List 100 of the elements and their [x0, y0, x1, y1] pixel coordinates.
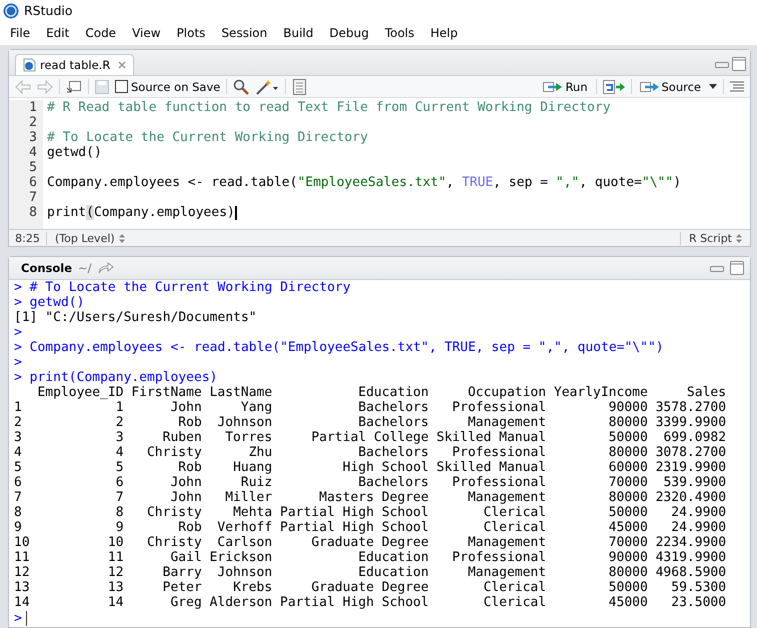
line-number: 7	[28, 190, 37, 206]
source-button[interactable]: Source	[638, 78, 703, 96]
line-number: 3	[28, 130, 37, 146]
minimize-icon[interactable]	[715, 60, 729, 68]
scope-selector[interactable]: (Top Level)	[47, 232, 133, 245]
column-header: Education	[358, 385, 429, 400]
table-cell: Peter	[162, 580, 202, 595]
menu-item[interactable]: Plots	[168, 26, 214, 40]
search-icon[interactable]	[233, 78, 250, 95]
menu-item[interactable]: Help	[422, 26, 466, 40]
menu-item[interactable]: Code	[77, 26, 124, 40]
table-cell: Clerical	[483, 595, 546, 610]
checkbox[interactable]	[115, 80, 128, 94]
table-cell: Yang	[240, 400, 272, 415]
table-cell: Miller	[225, 490, 272, 505]
notebook-icon[interactable]	[292, 78, 306, 95]
menu-item[interactable]: Edit	[38, 26, 78, 40]
forward-arrow-icon[interactable]	[98, 262, 114, 274]
back-arrow-icon[interactable]	[15, 80, 31, 94]
code-line: getwd()	[47, 145, 102, 160]
row-index: 2	[14, 415, 22, 430]
table-cell: 4319.9900	[656, 550, 726, 565]
file-tab[interactable]: read table.R	[15, 54, 134, 76]
maximize-icon[interactable]	[732, 57, 746, 72]
table-cell: Bachelors	[358, 400, 429, 415]
menu-item[interactable]: Session	[213, 26, 276, 40]
row-index: 14	[14, 595, 30, 610]
table-cell: John	[170, 490, 202, 505]
table-cell: 11	[108, 550, 124, 565]
console-line: [1] "C:/Users/Suresh/Documents"	[14, 310, 258, 325]
table-cell: 3	[116, 430, 124, 445]
maximize-icon[interactable]	[730, 261, 744, 275]
table-cell: 5	[116, 460, 124, 475]
table-cell: 2234.9900	[656, 535, 726, 550]
table-cell: Education	[358, 550, 429, 565]
table-cell: 80000	[608, 565, 648, 580]
menu-item[interactable]: View	[124, 26, 169, 40]
table-cell: Christy	[146, 535, 202, 550]
save-icon[interactable]	[95, 80, 109, 94]
table-cell: 80000	[608, 490, 648, 505]
run-button[interactable]: Run	[541, 78, 590, 96]
table-cell: High School	[342, 460, 429, 475]
outline-icon[interactable]	[730, 81, 744, 92]
magic-wand-icon[interactable]	[255, 78, 280, 95]
table-cell: Skilled Manual	[436, 460, 546, 475]
table-cell: Verhoff	[217, 520, 272, 535]
table-cell: Professional	[452, 445, 546, 460]
table-cell: Clerical	[483, 505, 546, 520]
file-type-selector[interactable]: R Script	[680, 232, 750, 245]
row-index: 1	[14, 400, 22, 415]
console-line: >	[14, 325, 23, 340]
menu-item[interactable]: Build	[275, 26, 322, 40]
column-header: Sales	[686, 385, 726, 400]
menu-item[interactable]: Debug	[321, 26, 377, 40]
table-cell: Ruben	[162, 430, 202, 445]
menu-item[interactable]: Tools	[376, 26, 422, 40]
table-cell: Partial College	[311, 430, 429, 445]
table-cell: Partial High School	[280, 595, 429, 610]
table-cell: Management	[468, 415, 546, 430]
table-cell: 60000	[608, 460, 648, 475]
table-cell: Professional	[452, 550, 546, 565]
table-cell: 24.9900	[671, 520, 726, 535]
table-cell: Bachelors	[358, 475, 429, 490]
table-cell: 1	[116, 400, 124, 415]
row-index: 8	[14, 505, 22, 520]
column-header: Occupation	[468, 385, 546, 400]
row-index: 4	[14, 445, 22, 460]
console-prompt: >	[14, 611, 22, 626]
table-cell: 2	[116, 415, 124, 430]
table-cell: Johnson	[217, 415, 272, 430]
table-cell: Gail	[170, 550, 202, 565]
window-icon[interactable]	[66, 80, 82, 94]
table-cell: Zhu	[248, 445, 272, 460]
rerun-icon[interactable]	[602, 80, 624, 94]
minimize-icon[interactable]	[710, 264, 724, 272]
menu-item[interactable]: File	[2, 26, 38, 40]
table-cell: Alderson	[210, 595, 272, 610]
updown-arrows-icon	[118, 234, 125, 243]
table-cell: 23.5000	[671, 595, 726, 610]
table-cell: 9	[116, 520, 124, 535]
line-number: 4	[28, 145, 37, 160]
table-cell: Mehta	[233, 505, 272, 520]
table-cell: 90000	[608, 550, 648, 565]
code-line: print(Company.employees)	[47, 205, 235, 220]
column-header: LastName	[210, 385, 272, 400]
line-number: 6	[28, 175, 37, 190]
row-index: 12	[14, 565, 30, 580]
caret-icon[interactable]	[709, 84, 717, 90]
table-cell: Skilled Manual	[436, 430, 546, 445]
table-cell: 699.0982	[663, 430, 726, 445]
row-index: 13	[14, 580, 30, 595]
row-index: 9	[14, 520, 22, 535]
table-cell: Professional	[452, 475, 546, 490]
table-cell: 45000	[608, 595, 648, 610]
close-icon[interactable]	[118, 61, 126, 70]
column-header: YearlyIncome	[554, 385, 648, 400]
console-title: Console	[21, 261, 72, 275]
forward-arrow-icon[interactable]	[37, 80, 53, 94]
table-cell: 12	[108, 565, 124, 580]
r-logo-icon	[3, 2, 19, 19]
